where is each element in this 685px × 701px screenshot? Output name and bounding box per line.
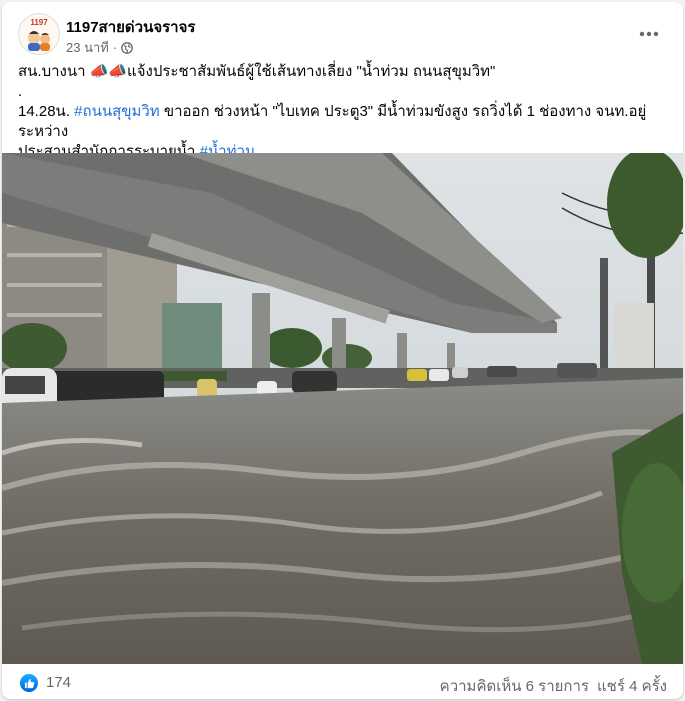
thumbs-up-icon	[24, 678, 34, 688]
post-line-1: สน.บางนา 📣📣แจ้งประชาสัมพันธ์ผู้ใช้เส้นทา…	[18, 63, 496, 80]
more-options-button[interactable]	[631, 16, 667, 52]
post-photo[interactable]	[2, 153, 683, 664]
post-text: สน.บางนา 📣📣แจ้งประชาสัมพันธ์ผู้ใช้เส้นทา…	[18, 62, 668, 162]
post-time[interactable]: 23 นาที	[66, 37, 109, 58]
meta-separator: ·	[112, 40, 118, 55]
like-count[interactable]: 174	[46, 674, 71, 691]
page-name[interactable]: 1197สายด่วนจราจร	[66, 15, 195, 39]
post-line-3: 14.28น. #ถนนสุขุมวิท ขาออก ช่วงหน้า "ไบเ…	[18, 102, 668, 142]
post-card: 1197 1197สายด่วนจราจร 23 นาที · สน.บางนา…	[2, 2, 683, 699]
like-icon	[20, 674, 38, 692]
avatar-logo-text: 1197	[30, 18, 48, 27]
avatar-logo-icon: 1197	[28, 18, 50, 51]
post-header: 1197 1197สายด่วนจราจร 23 นาที ·	[2, 2, 683, 58]
post-meta: 23 นาที ·	[66, 37, 134, 58]
hashtag-road-link[interactable]: #ถนนสุขุมวิท	[74, 103, 160, 120]
flooded-road-photo	[2, 153, 683, 664]
time-text: 14.28น.	[18, 103, 75, 120]
post-footer: 174 ความคิดเห็น 6 รายการ แชร์ 4 ครั้ง	[2, 664, 683, 699]
post-line-2: .	[18, 83, 23, 100]
engagement-stats: ความคิดเห็น 6 รายการ แชร์ 4 ครั้ง	[440, 674, 667, 698]
more-options-icon	[639, 31, 659, 37]
comments-count[interactable]: ความคิดเห็น 6 รายการ	[440, 674, 589, 698]
globe-icon	[121, 41, 134, 54]
shares-count[interactable]: แชร์ 4 ครั้ง	[597, 674, 667, 698]
page-avatar[interactable]: 1197	[18, 13, 60, 55]
